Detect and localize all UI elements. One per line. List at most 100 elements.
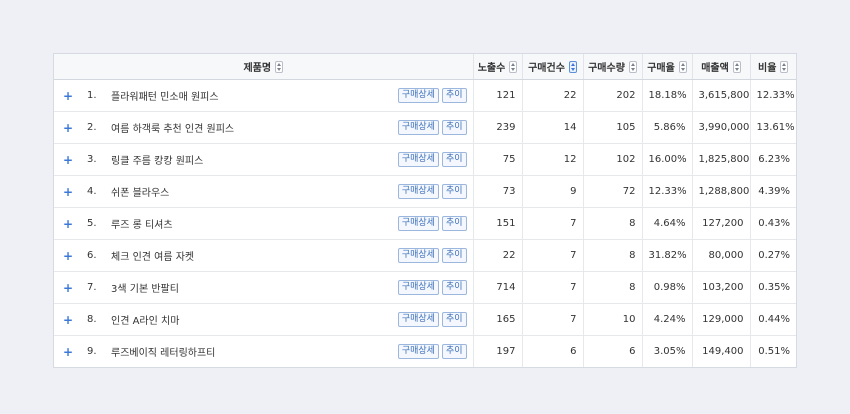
- table-row: +6. 체크 인견 여름 자켓 구매상세 추이 22 7 8 31.82% 80,000 0.27…: [54, 239, 796, 272]
- orders-cell: 7: [521, 239, 583, 272]
- rate-cell: 3.05%: [641, 335, 692, 367]
- table-row: +2. 여름 하객룩 추천 인견 원피스 구매상세 추이 239 14 105 5.86% 3,…: [54, 111, 796, 144]
- purchase-detail-button[interactable]: 구매상세: [397, 184, 439, 199]
- expand-plus-icon[interactable]: +: [61, 153, 75, 167]
- row-number: 8.: [87, 314, 97, 325]
- col-quantity-label: 구매수량: [588, 63, 625, 74]
- expand-plus-icon[interactable]: +: [61, 121, 75, 135]
- product-cell: +9. 루즈베이직 레터링하프티 구매상세 추이: [54, 336, 473, 368]
- product-cell: +7. 3색 기본 반팔티 구매상세 추이: [54, 271, 473, 304]
- orders-cell: 22: [521, 79, 583, 112]
- views-cell: 165: [472, 303, 522, 336]
- purchase-detail-button[interactable]: 구매상세: [397, 344, 439, 359]
- sales-cell: 3,990,000: [691, 111, 750, 144]
- quantity-cell: 10: [582, 303, 642, 336]
- rate-cell: 18.18%: [641, 79, 692, 112]
- quantity-cell: 202: [582, 79, 642, 112]
- sales-cell: 3,615,800: [691, 79, 750, 112]
- expand-plus-icon[interactable]: +: [61, 345, 75, 359]
- purchase-detail-button[interactable]: 구매상세: [397, 216, 439, 231]
- product-cell: +4. 쉬폰 블라우스 구매상세 추이: [54, 175, 473, 208]
- rate-cell: 0.98%: [641, 271, 692, 304]
- sort-active-icon[interactable]: [568, 60, 577, 73]
- trend-button[interactable]: 추이: [441, 152, 467, 167]
- sales-cell: 127,200: [691, 207, 750, 240]
- trend-button[interactable]: 추이: [441, 312, 467, 327]
- col-sales[interactable]: 매출액: [691, 54, 750, 80]
- purchase-detail-button[interactable]: 구매상세: [397, 248, 439, 263]
- ratio-cell: 4.39%: [749, 175, 796, 208]
- row-number: 6.: [87, 250, 97, 261]
- purchase-detail-button[interactable]: 구매상세: [397, 280, 439, 295]
- table-row: +8. 인견 A라인 치마 구매상세 추이 165 7 10 4.24% 129,000 0.44…: [54, 303, 796, 336]
- rate-cell: 16.00%: [641, 143, 692, 176]
- sort-icon[interactable]: [628, 60, 637, 73]
- sales-cell: 80,000: [691, 239, 750, 272]
- product-name: 쉬폰 블라우스: [111, 188, 170, 199]
- row-number: 1.: [87, 90, 97, 101]
- sort-icon[interactable]: [780, 60, 789, 73]
- purchase-detail-button[interactable]: 구매상세: [397, 120, 439, 135]
- sales-cell: 149,400: [691, 335, 750, 367]
- orders-cell: 7: [521, 303, 583, 336]
- views-cell: 239: [472, 111, 522, 144]
- col-views[interactable]: 노출수: [472, 54, 522, 80]
- purchase-detail-button[interactable]: 구매상세: [397, 152, 439, 167]
- col-orders[interactable]: 구매건수: [521, 54, 583, 80]
- expand-plus-icon[interactable]: +: [61, 281, 75, 295]
- product-name: 플라워패턴 민소매 원피스: [111, 92, 219, 103]
- sort-icon[interactable]: [732, 60, 741, 73]
- trend-button[interactable]: 추이: [441, 216, 467, 231]
- rate-cell: 31.82%: [641, 239, 692, 272]
- sort-icon[interactable]: [678, 60, 687, 73]
- row-number: 4.: [87, 186, 97, 197]
- table-header-row: 제품명 노출수 구매건수 구매수량 구매율 매출액 비율: [54, 54, 796, 80]
- col-ratio[interactable]: 비율: [749, 54, 796, 80]
- sales-cell: 129,000: [691, 303, 750, 336]
- rate-cell: 4.64%: [641, 207, 692, 240]
- purchase-detail-button[interactable]: 구매상세: [397, 312, 439, 327]
- trend-button[interactable]: 추이: [441, 280, 467, 295]
- col-rate[interactable]: 구매율: [641, 54, 692, 80]
- expand-plus-icon[interactable]: +: [61, 185, 75, 199]
- sales-table-panel: 제품명 노출수 구매건수 구매수량 구매율 매출액 비율 +1. 플라워패턴 민소…: [53, 53, 797, 368]
- purchase-detail-button[interactable]: 구매상세: [397, 88, 439, 103]
- product-cell: +2. 여름 하객룩 추천 인견 원피스 구매상세 추이: [54, 111, 473, 144]
- table-row: +1. 플라워패턴 민소매 원피스 구매상세 추이 121 22 202 18.18% 3,61…: [54, 79, 796, 112]
- col-quantity[interactable]: 구매수량: [582, 54, 642, 80]
- trend-button[interactable]: 추이: [441, 184, 467, 199]
- expand-plus-icon[interactable]: +: [61, 249, 75, 263]
- product-name: 루즈 롱 티셔츠: [111, 220, 173, 231]
- sort-icon[interactable]: [275, 60, 284, 73]
- views-cell: 121: [472, 79, 522, 112]
- col-views-label: 노출수: [477, 63, 506, 74]
- ratio-cell: 13.61%: [749, 111, 796, 144]
- table-row: +9. 루즈베이직 레터링하프티 구매상세 추이 197 6 6 3.05% 149,400 0.…: [54, 335, 796, 368]
- expand-plus-icon[interactable]: +: [61, 217, 75, 231]
- trend-button[interactable]: 추이: [441, 248, 467, 263]
- product-sales-table: 제품명 노출수 구매건수 구매수량 구매율 매출액 비율 +1. 플라워패턴 민소…: [54, 54, 796, 367]
- row-number: 3.: [87, 154, 97, 165]
- col-rate-label: 구매율: [647, 63, 675, 74]
- quantity-cell: 6: [582, 335, 642, 367]
- table-row: +5. 루즈 롱 티셔츠 구매상세 추이 151 7 8 4.64% 127,200 0.43%: [54, 207, 796, 240]
- quantity-cell: 8: [582, 207, 642, 240]
- ratio-cell: 6.23%: [749, 143, 796, 176]
- product-name: 여름 하객룩 추천 인견 원피스: [111, 124, 235, 135]
- product-name: 체크 인견 여름 자켓: [111, 252, 195, 263]
- product-cell: +6. 체크 인견 여름 자켓 구매상세 추이: [54, 239, 473, 272]
- expand-plus-icon[interactable]: +: [61, 313, 75, 327]
- sort-icon[interactable]: [509, 60, 518, 73]
- ratio-cell: 0.35%: [749, 271, 796, 304]
- trend-button[interactable]: 추이: [441, 88, 467, 103]
- product-cell: +3. 링클 주름 캉캉 원피스 구매상세 추이: [54, 143, 473, 176]
- expand-plus-icon[interactable]: +: [61, 89, 75, 103]
- trend-button[interactable]: 추이: [441, 120, 467, 135]
- ratio-cell: 0.27%: [749, 239, 796, 272]
- quantity-cell: 8: [582, 271, 642, 304]
- col-product[interactable]: 제품명: [54, 54, 473, 80]
- col-ratio-label: 비율: [758, 63, 777, 74]
- rate-cell: 5.86%: [641, 111, 692, 144]
- views-cell: 197: [472, 335, 522, 367]
- trend-button[interactable]: 추이: [441, 344, 467, 359]
